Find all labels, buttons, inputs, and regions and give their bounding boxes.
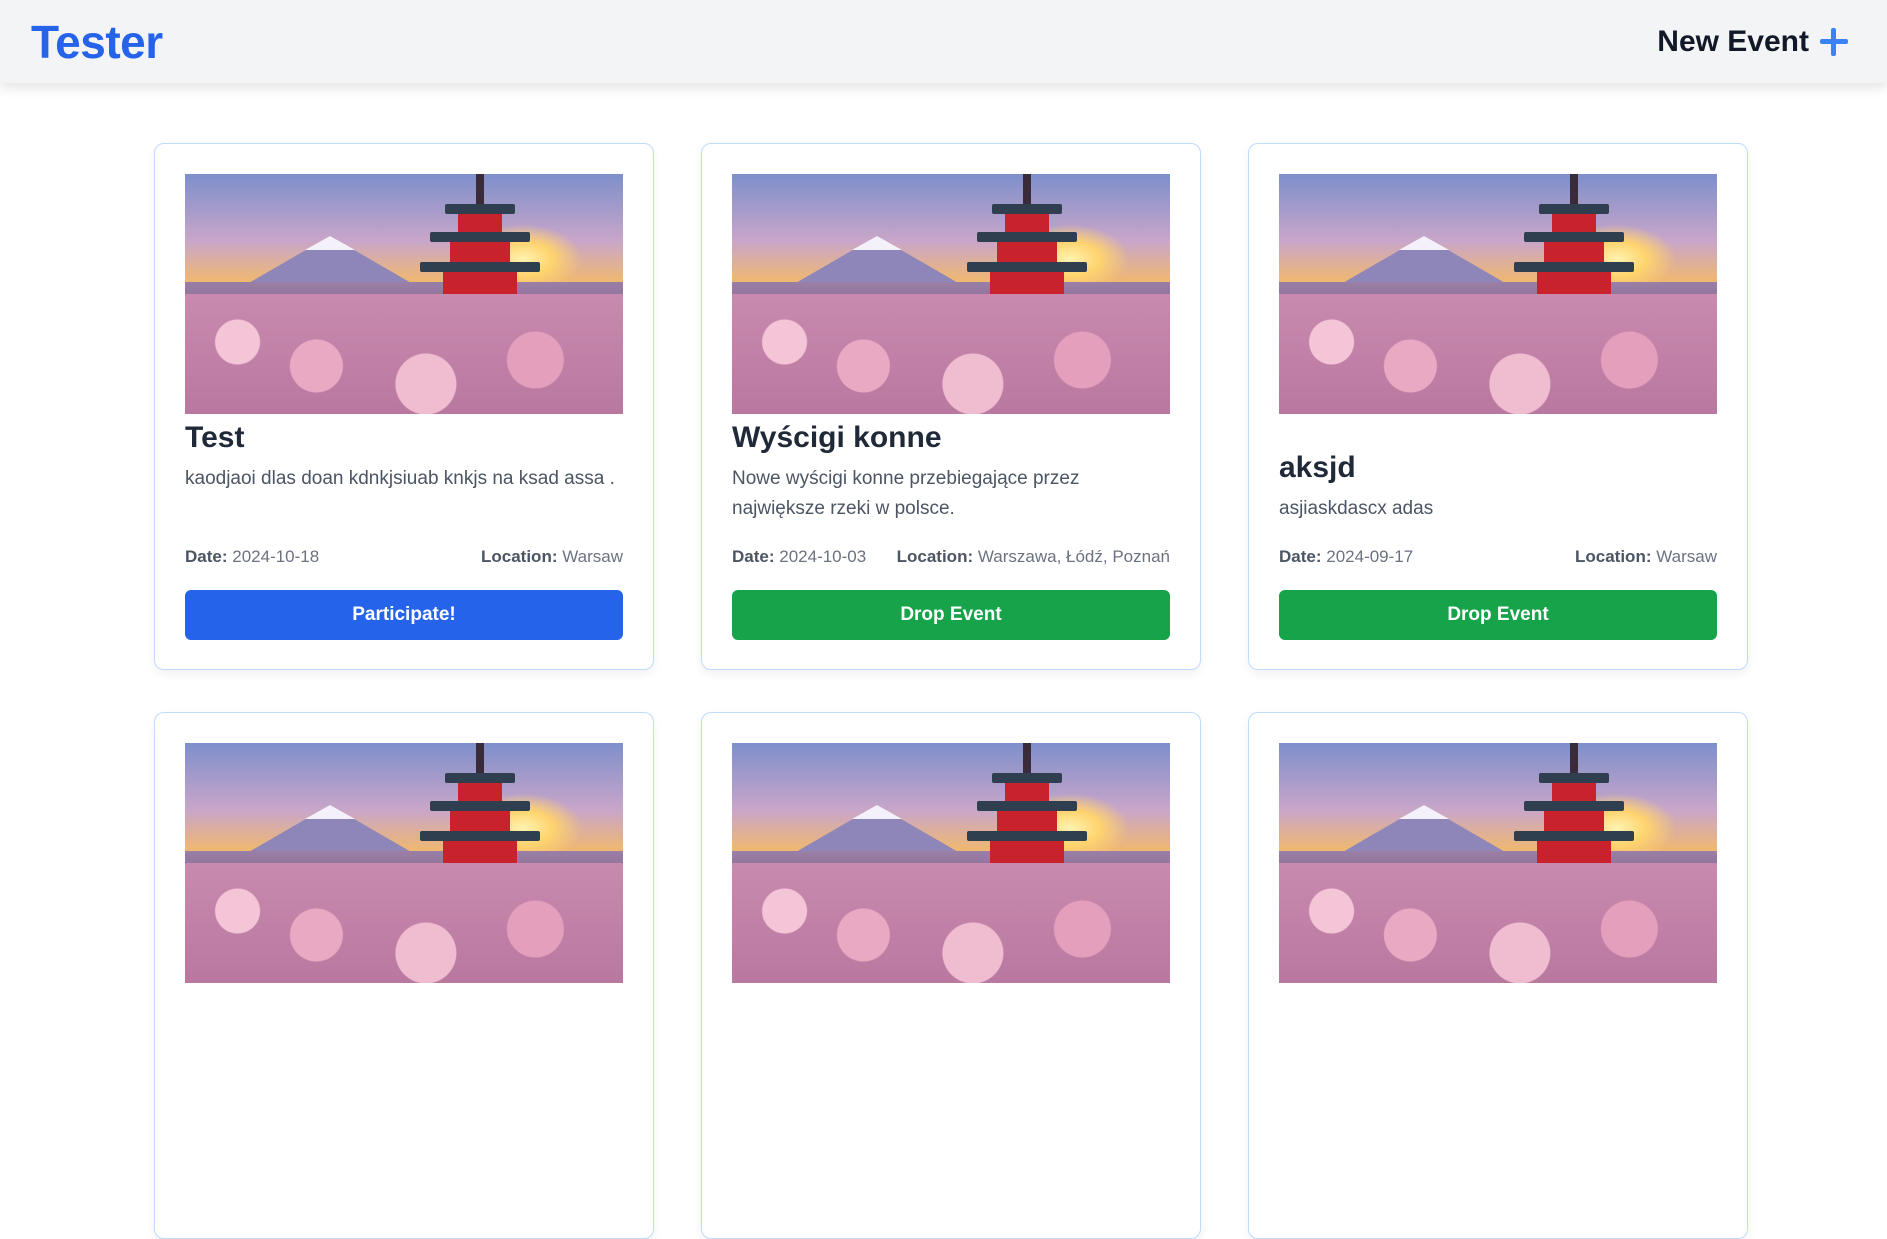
event-card: Wyścigi konne Nowe wyścigi konne przebie…: [701, 143, 1201, 670]
event-image: [1279, 174, 1717, 414]
event-card: [1248, 712, 1748, 1239]
brand-logo[interactable]: Tester: [31, 15, 163, 69]
event-title: Test: [185, 421, 245, 454]
event-meta: Date: 2024-10-18 Location: Warsaw: [185, 547, 623, 567]
participate-button[interactable]: Participate!: [185, 590, 623, 640]
event-date: Date: 2024-10-03: [732, 547, 867, 566]
event-image: [1279, 743, 1717, 983]
event-description: Nowe wyścigi konne przebiegające przez n…: [732, 468, 1080, 519]
event-date: Date: 2024-10-18: [185, 547, 320, 566]
event-grid: Test kaodjaoi dlas doan kdnkjsiuab knkjs…: [154, 143, 1748, 1239]
plus-icon: [1819, 27, 1849, 57]
event-image: [185, 174, 623, 414]
event-location: Location: Warszawa, Łódź, Poznań: [896, 547, 1170, 566]
event-meta: Date: 2024-09-17 Location: Warsaw: [1279, 547, 1717, 567]
event-location: Location: Warsaw: [481, 547, 623, 566]
drop-event-button[interactable]: Drop Event: [732, 590, 1170, 640]
event-title: Wyścigi konne: [732, 421, 942, 454]
event-card: [701, 712, 1201, 1239]
event-card: Test kaodjaoi dlas doan kdnkjsiuab knkjs…: [154, 143, 654, 670]
event-image: [732, 174, 1170, 414]
event-description: kaodjaoi dlas doan kdnkjsiuab knkjs na k…: [185, 468, 615, 489]
event-meta: Date: 2024-10-03 Location: Warszawa, Łód…: [732, 547, 1170, 567]
navbar: Tester New Event: [0, 0, 1887, 83]
event-card: aksjd asjiaskdascx adas Date: 2024-09-17…: [1248, 143, 1748, 670]
event-location: Location: Warsaw: [1575, 547, 1717, 566]
event-image: [732, 743, 1170, 983]
event-card: [154, 712, 654, 1239]
new-event-button[interactable]: New Event: [1657, 25, 1849, 59]
event-description: asjiaskdascx adas: [1279, 498, 1434, 519]
event-date: Date: 2024-09-17: [1279, 547, 1414, 566]
event-title: aksjd: [1279, 451, 1356, 484]
event-image: [185, 743, 623, 983]
drop-event-button[interactable]: Drop Event: [1279, 590, 1717, 640]
new-event-label: New Event: [1657, 24, 1809, 58]
